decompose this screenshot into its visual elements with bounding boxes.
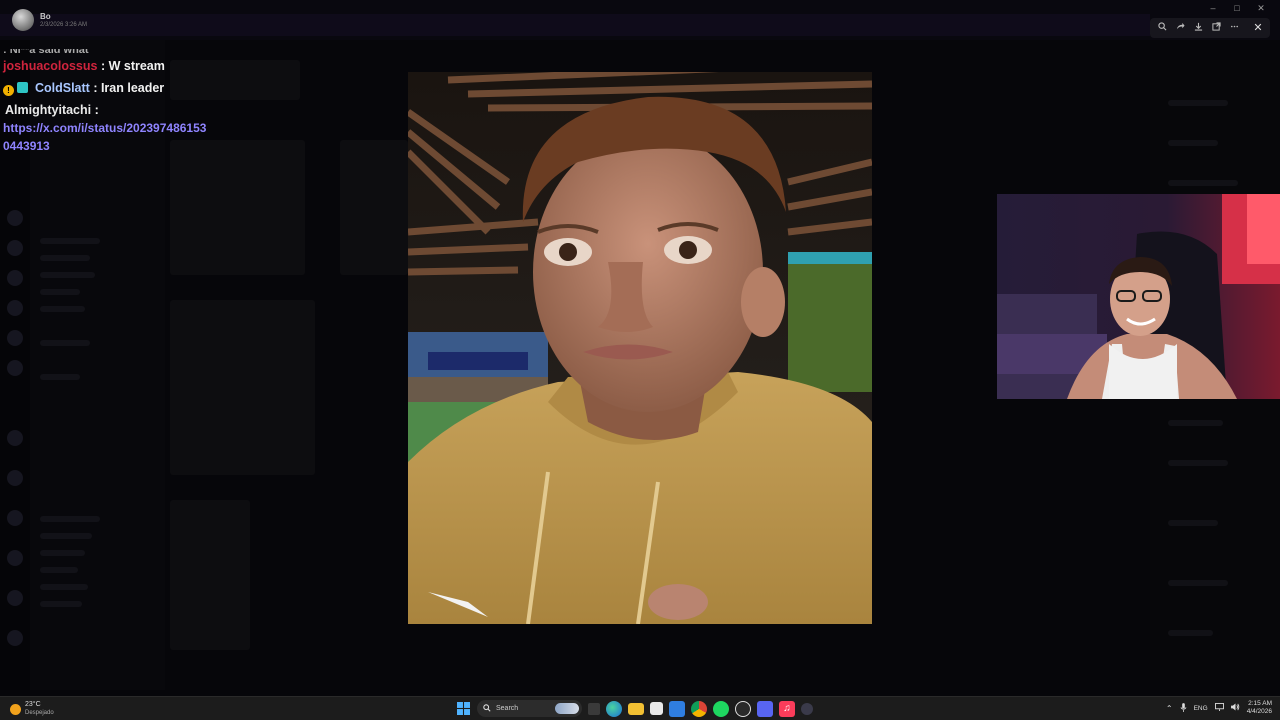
edge-browser-icon[interactable] [606,700,622,717]
chat-link[interactable]: https://x.com/i/status/20239748615304439… [3,119,208,155]
chat-text: : [94,103,99,117]
message-timestamp: 2/3/2026 3:26 AM [40,22,88,28]
sun-icon [10,703,21,715]
chat-username[interactable]: joshuacolossus [3,59,97,73]
open-external-icon[interactable] [1209,21,1223,35]
obs-icon[interactable] [735,700,751,717]
chat-message: joshuacolossus : W stream [3,57,213,75]
music-icon[interactable]: ♫ [779,700,795,717]
file-explorer-icon[interactable] [628,702,644,715]
taskbar: 23°C Despejado Search ♫ ⌃ ENG 2:15 AM 4/… [0,696,1280,720]
chat-text: : Iran leader [93,81,165,95]
maximize-button[interactable]: □ [1232,3,1242,14]
avatar[interactable] [12,9,34,31]
selfie-photo [408,72,872,624]
weather-widget[interactable]: 23°C Despejado [10,701,54,717]
system-tray: ⌃ ENG 2:15 AM 4/4/2026 [1166,700,1272,716]
app-icon[interactable] [801,702,813,715]
title-strip [0,14,1150,36]
viewer-user: Bo 2/3/2026 3:26 AM [12,9,87,31]
windows-start-icon[interactable] [455,701,471,717]
stream-chat-overlay: : Ni**a said what joshuacolossus : W str… [3,49,213,159]
chat-message: ! ColdSlatt : Iran leader [3,79,213,97]
discord-icon[interactable] [757,700,773,717]
share-icon[interactable] [1173,21,1187,35]
clock-date: 4/4/2026 [1246,708,1272,715]
chat-username[interactable]: Almightyitachi [5,103,91,117]
chat-message: Almightyitachi : https://x.com/i/status/… [3,101,213,155]
zoom-icon[interactable] [1155,21,1169,35]
streamer-webcam [997,194,1280,399]
sub-badge-icon [17,82,29,93]
task-view-icon[interactable] [588,702,600,715]
network-icon[interactable] [1214,703,1224,713]
language-indicator[interactable]: ENG [1194,705,1208,712]
more-icon[interactable] [1227,21,1241,35]
volume-icon[interactable] [1230,703,1240,713]
chat-text: : W stream [100,59,165,73]
user-name: Bo [40,12,51,21]
spotify-icon[interactable] [713,700,729,717]
store-icon[interactable] [650,702,663,715]
window-controls: – □ ✕ [1208,3,1266,14]
chat-username[interactable]: ColdSlatt [35,81,90,95]
window-close-button[interactable]: ✕ [1256,3,1266,14]
weather-temperature: 23°C [25,701,41,708]
search-highlight-icon [555,703,579,714]
close-viewer-button[interactable]: ✕ [1251,21,1265,35]
microphone-icon[interactable] [1180,702,1187,714]
search-label: Search [496,705,519,712]
chat-partial-text: : Ni**a said what [3,49,89,56]
chat-partial-message: : Ni**a said what [3,49,213,57]
mail-icon[interactable] [669,700,685,717]
clock-time: 2:15 AM [1248,700,1272,707]
taskbar-apps: Search ♫ [455,700,813,717]
search-icon [483,703,491,714]
download-icon[interactable] [1191,21,1205,35]
weather-description: Despejado [25,710,54,716]
warning-badge-icon: ! [3,85,14,96]
taskbar-search[interactable]: Search [477,700,582,717]
minimize-button[interactable]: – [1208,3,1218,14]
chrome-icon[interactable] [691,700,707,717]
system-clock[interactable]: 2:15 AM 4/4/2026 [1247,700,1272,716]
title-bar: Bo 2/3/2026 3:26 AM – □ ✕ ✕ [0,0,1280,40]
chevron-up-icon[interactable]: ⌃ [1166,704,1173,713]
image-viewer-toolbar: ✕ [1150,18,1270,38]
